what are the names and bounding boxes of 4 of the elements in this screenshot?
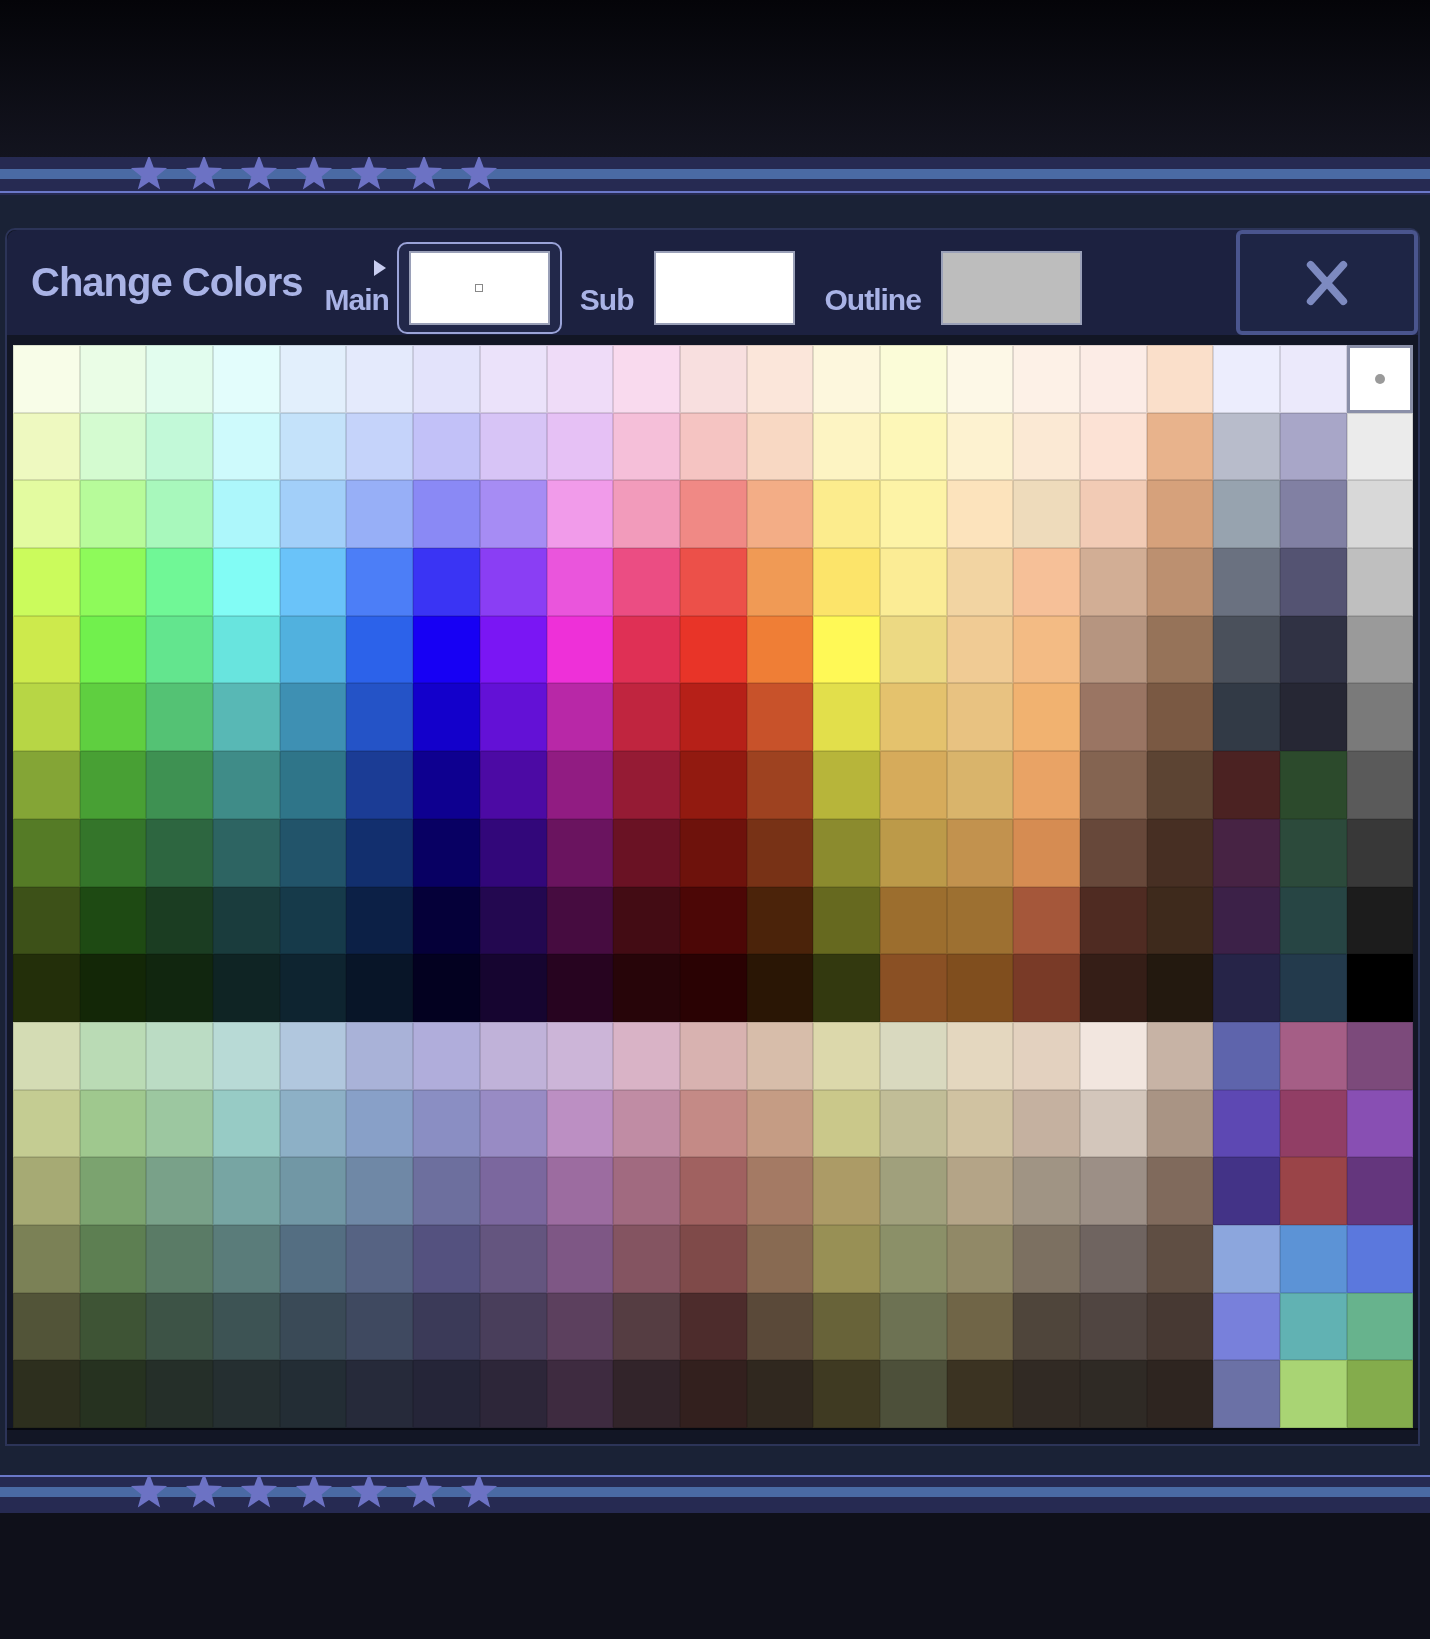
slot-label: Sub [579, 283, 634, 317]
slot-label: Main [324, 283, 389, 317]
slot-label: Outline [824, 283, 921, 317]
panel-title: Change Colors [31, 260, 303, 305]
